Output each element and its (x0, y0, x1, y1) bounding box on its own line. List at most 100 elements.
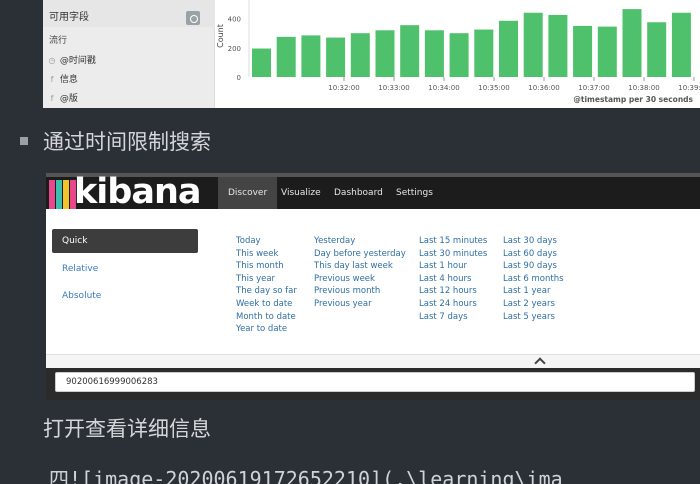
logo-text: kibana (74, 173, 201, 212)
histogram-bar (548, 14, 568, 77)
quick-option[interactable]: Last 90 days (503, 260, 564, 273)
histogram-bar (375, 30, 395, 78)
quick-option[interactable]: This week (236, 248, 297, 261)
x-axis-label: @timestamp per 30 seconds (573, 95, 693, 104)
popular-label: 流行 (49, 36, 68, 46)
quick-option[interactable]: Yesterday (314, 235, 406, 248)
fields-header: 可用字段 (43, 0, 215, 27)
histogram-bar (647, 22, 667, 77)
quick-option[interactable]: Today (236, 235, 297, 248)
discover-screenshot: 可用字段 流行 ◷ @时间戳 f 信息 f @版 0 200 400 Count 10:… (43, 0, 700, 108)
search-input[interactable]: 90200616999006283 (55, 372, 695, 392)
x-tick-label: 10:34:00 (428, 84, 459, 92)
quick-option[interactable]: Day before yesterday (314, 248, 406, 261)
histogram-bar (326, 37, 346, 77)
quick-option[interactable]: Previous month (314, 285, 406, 298)
x-tick-label: 10:39:00 (678, 84, 700, 92)
quick-option[interactable]: Month to date (236, 311, 297, 324)
mode-quick[interactable]: Quick (52, 229, 198, 253)
field-name: 信息 (59, 75, 78, 85)
markdown-image-line: 四![image-20200619172652210](.\learning\i… (49, 467, 563, 484)
tab-dashboard[interactable]: Dashboard (324, 177, 393, 209)
kibana-logo[interactable]: kibana (46, 173, 216, 213)
quick-option[interactable]: Last 30 minutes (419, 248, 487, 261)
mode-absolute[interactable]: Absolute (52, 284, 198, 308)
field-name: @版 (59, 94, 78, 104)
quick-option[interactable]: The day so far (236, 285, 297, 298)
kibana-screenshot: kibana Discover Visualize Dashboard Sett… (46, 173, 700, 400)
x-tick-label: 10:36:00 (528, 84, 559, 92)
section-heading: 通过时间限制搜索 (43, 130, 211, 154)
quick-option[interactable]: Last 30 days (503, 235, 564, 248)
tab-settings[interactable]: Settings (386, 177, 443, 209)
quick-option[interactable]: Last 4 hours (419, 273, 487, 286)
string-type-icon: f (50, 75, 54, 84)
histogram-bar (449, 33, 469, 77)
search-bar: 90200616999006283 (46, 368, 700, 400)
chevron-up-icon[interactable] (534, 357, 546, 369)
quick-option[interactable]: Year to date (236, 323, 297, 336)
histogram-chart[interactable]: 0 200 400 Count 10:32:00 10:33:00 10:34:00 10:3… (215, 0, 700, 108)
logo-stripe (63, 180, 69, 210)
histogram-bar (474, 29, 494, 77)
field-name: @时间戳 (59, 56, 96, 66)
quick-option[interactable]: Last 1 hour (419, 260, 487, 273)
quick-option[interactable]: This year (236, 273, 297, 286)
field-item[interactable]: f @版 (47, 91, 207, 108)
logo-stripe (56, 180, 62, 210)
quick-option[interactable]: This day last week (314, 260, 406, 273)
quick-option[interactable]: Previous year (314, 298, 406, 311)
tab-discover[interactable]: Discover (218, 177, 278, 209)
histogram-bar (597, 26, 617, 78)
histogram-bar (400, 25, 420, 78)
time-mode-panel: Quick Relative Absolute (46, 209, 206, 359)
quick-option[interactable]: Week to date (236, 298, 297, 311)
quick-option[interactable]: Last 60 days (503, 248, 564, 261)
x-tick-label: 10:32:00 (328, 84, 359, 92)
y-tick-label: 200 (228, 45, 241, 53)
histogram-bar (523, 12, 543, 77)
histogram-bar (350, 33, 370, 77)
histogram-bar (499, 20, 518, 77)
quick-option[interactable]: Last 2 years (503, 298, 564, 311)
fields-title: 可用字段 (49, 12, 89, 23)
histogram-bar (276, 36, 296, 77)
y-tick-label: 400 (228, 16, 241, 24)
quick-option[interactable]: Last 7 days (419, 311, 487, 324)
x-tick-label: 10:37:00 (578, 84, 609, 92)
histogram-bar (301, 35, 321, 77)
quick-column-2: Yesterday Day before yesterday This day … (314, 235, 406, 311)
mode-relative[interactable]: Relative (52, 257, 198, 281)
histogram-bar (671, 12, 691, 77)
logo-stripe (49, 180, 55, 210)
collapse-bar[interactable] (46, 354, 700, 369)
quick-option[interactable]: Last 1 year (503, 285, 564, 298)
gear-icon[interactable] (186, 11, 200, 25)
fields-sidebar: 可用字段 流行 ◷ @时间戳 f 信息 f @版 (43, 0, 215, 108)
y-axis-label: Count (216, 24, 225, 48)
bullet-marker (20, 137, 28, 145)
histogram-svg: 0 200 400Count 10:32:00 10:33:00 10:34:00 10:3… (216, 0, 700, 104)
quick-option[interactable]: Last 6 months (503, 273, 564, 286)
x-tick-label: 10:38:00 (628, 84, 659, 92)
histogram-bar (573, 25, 593, 77)
top-nav: kibana Discover Visualize Dashboard Sett… (46, 173, 700, 212)
quick-column-1: Today This week This month This year The… (236, 235, 297, 336)
quick-column-4: Last 30 days Last 60 days Last 90 days L… (503, 235, 564, 323)
y-tick-label: 0 (237, 74, 241, 82)
histogram-bar (622, 9, 642, 77)
section-heading: 打开查看详细信息 (43, 417, 211, 441)
quick-option[interactable]: Last 15 minutes (419, 235, 487, 248)
quick-option[interactable]: Last 12 hours (419, 285, 487, 298)
quick-option[interactable]: Last 24 hours (419, 298, 487, 311)
histogram-bar (424, 30, 444, 78)
field-item[interactable]: ◷ @时间戳 (47, 53, 207, 71)
tab-visualize[interactable]: Visualize (271, 177, 331, 209)
x-tick-label: 10:33:00 (378, 84, 409, 92)
quick-option[interactable]: Previous week (314, 273, 406, 286)
quick-option[interactable]: Last 5 years (503, 311, 564, 324)
quick-option[interactable]: This month (236, 260, 297, 273)
clock-icon: ◷ (48, 56, 56, 65)
field-item[interactable]: f 信息 (47, 72, 207, 90)
x-tick-label: 10:35:00 (478, 84, 509, 92)
